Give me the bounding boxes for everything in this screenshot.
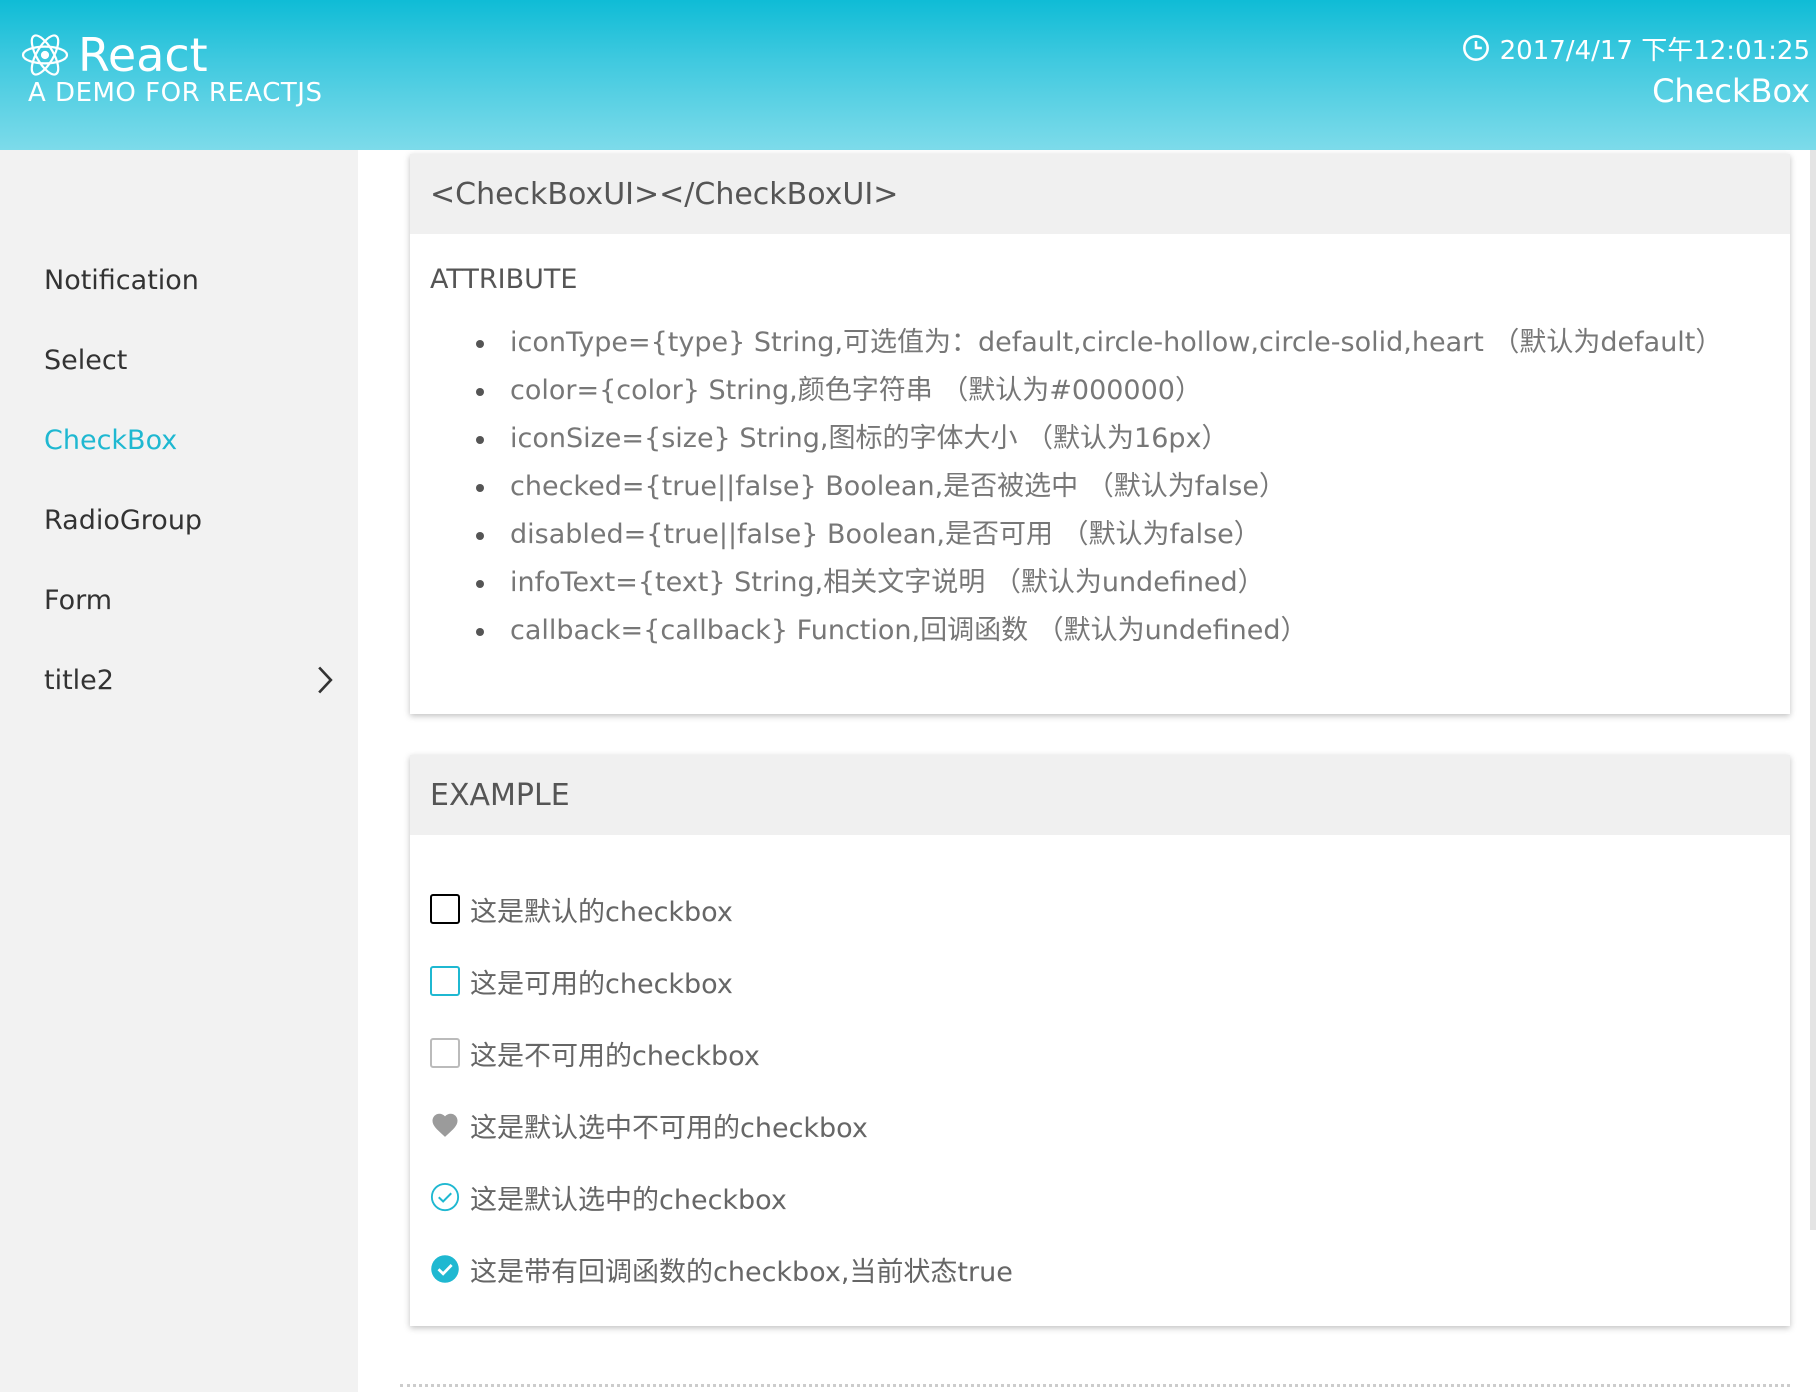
sidebar-item-notification[interactable]: Notification (0, 240, 358, 320)
clock-icon (1462, 35, 1489, 61)
attribute-item: callback={callback} Function,回调函数 （默认为un… (476, 607, 1790, 655)
attribute-item: iconSize={size} String,图标的字体大小 （默认为16px） (476, 415, 1790, 463)
current-datetime: 2017/4/17 下午12:01:25 (1499, 35, 1810, 66)
checkbox-label: 这是默认选中不可用的checkbox (470, 1112, 868, 1144)
attribute-item: iconType={type} String,可选值为：default,circ… (476, 319, 1790, 367)
sidebar-item-label: Form (44, 584, 113, 616)
example-card: EXAMPLE 这是默认的checkbox 这是可用的checkbox 这是不可… (410, 755, 1790, 1326)
square-empty-disabled-icon (430, 1038, 460, 1068)
sidebar-item-label: RadioGroup (44, 504, 203, 536)
attribute-list: iconType={type} String,可选值为：default,circ… (476, 319, 1790, 655)
attribute-item: checked={true||false} Boolean,是否被选中 （默认为… (476, 463, 1790, 511)
sidebar-item-label: CheckBox (44, 424, 178, 456)
divider (400, 1384, 1790, 1387)
attribute-item: disabled={true||false} Boolean,是否可用 （默认为… (476, 511, 1790, 559)
sidebar-item-title2[interactable]: title2 (0, 640, 358, 720)
checkbox-checked-disabled: 这是默认选中不可用的checkbox (430, 1089, 1790, 1161)
checkbox-label: 这是默认选中的checkbox (470, 1184, 787, 1216)
heart-icon (432, 1113, 458, 1137)
app-header: React A DEMO FOR REACTJS 2017/4/17 下午12:… (0, 0, 1816, 150)
attribute-section-label: ATTRIBUTE (430, 264, 578, 295)
checkbox-default[interactable]: 这是默认的checkbox (430, 873, 1790, 945)
sidebar-item-label: title2 (44, 664, 114, 696)
checkbox-label: 这是不可用的checkbox (470, 1040, 760, 1072)
scrollbar[interactable] (1810, 150, 1816, 1230)
sidebar-menu: Notification Select CheckBox RadioGroup … (0, 240, 358, 720)
circle-solid-check-icon[interactable] (430, 1254, 460, 1284)
react-logo-icon (22, 34, 68, 76)
square-empty-cyan-icon[interactable] (430, 966, 460, 996)
square-empty-icon[interactable] (430, 894, 460, 924)
attribute-card-title: <CheckBoxUI></CheckBoxUI> (410, 154, 1790, 234)
chevron-right-icon (318, 666, 333, 694)
checkbox-disabled: 这是不可用的checkbox (430, 1017, 1790, 1089)
attribute-card: <CheckBoxUI></CheckBoxUI> ATTRIBUTE icon… (410, 154, 1790, 714)
checkbox-label: 这是默认的checkbox (470, 896, 733, 928)
sidebar-item-radiogroup[interactable]: RadioGroup (0, 480, 358, 560)
sidebar-item-select[interactable]: Select (0, 320, 358, 400)
sidebar-item-label: Select (44, 344, 128, 376)
checkbox-callback[interactable]: 这是带有回调函数的checkbox,当前状态true (430, 1233, 1790, 1305)
brand-subtitle: A DEMO FOR REACTJS (28, 78, 323, 108)
sidebar-item-label: Notification (44, 264, 199, 296)
sidebar-item-checkbox[interactable]: CheckBox (0, 400, 358, 480)
example-list: 这是默认的checkbox 这是可用的checkbox 这是不可用的checkb… (430, 873, 1790, 1305)
checkbox-enabled[interactable]: 这是可用的checkbox (430, 945, 1790, 1017)
brand-title: React (78, 28, 208, 82)
sidebar: Notification Select CheckBox RadioGroup … (0, 150, 358, 1392)
checkbox-checked[interactable]: 这是默认选中的checkbox (430, 1161, 1790, 1233)
checkbox-label: 这是可用的checkbox (470, 968, 733, 1000)
circle-hollow-check-icon[interactable] (430, 1182, 460, 1212)
main-content: <CheckBoxUI></CheckBoxUI> ATTRIBUTE icon… (358, 150, 1816, 1392)
attribute-item: color={color} String,颜色字符串 （默认为#000000） (476, 367, 1790, 415)
sidebar-item-form[interactable]: Form (0, 560, 358, 640)
example-card-title: EXAMPLE (410, 755, 1790, 835)
attribute-item: infoText={text} String,相关文字说明 （默认为undefi… (476, 559, 1790, 607)
checkbox-label: 这是带有回调函数的checkbox,当前状态true (470, 1256, 1013, 1288)
brand[interactable]: React A DEMO FOR REACTJS (22, 28, 322, 108)
current-page-name: CheckBox (1652, 72, 1810, 110)
